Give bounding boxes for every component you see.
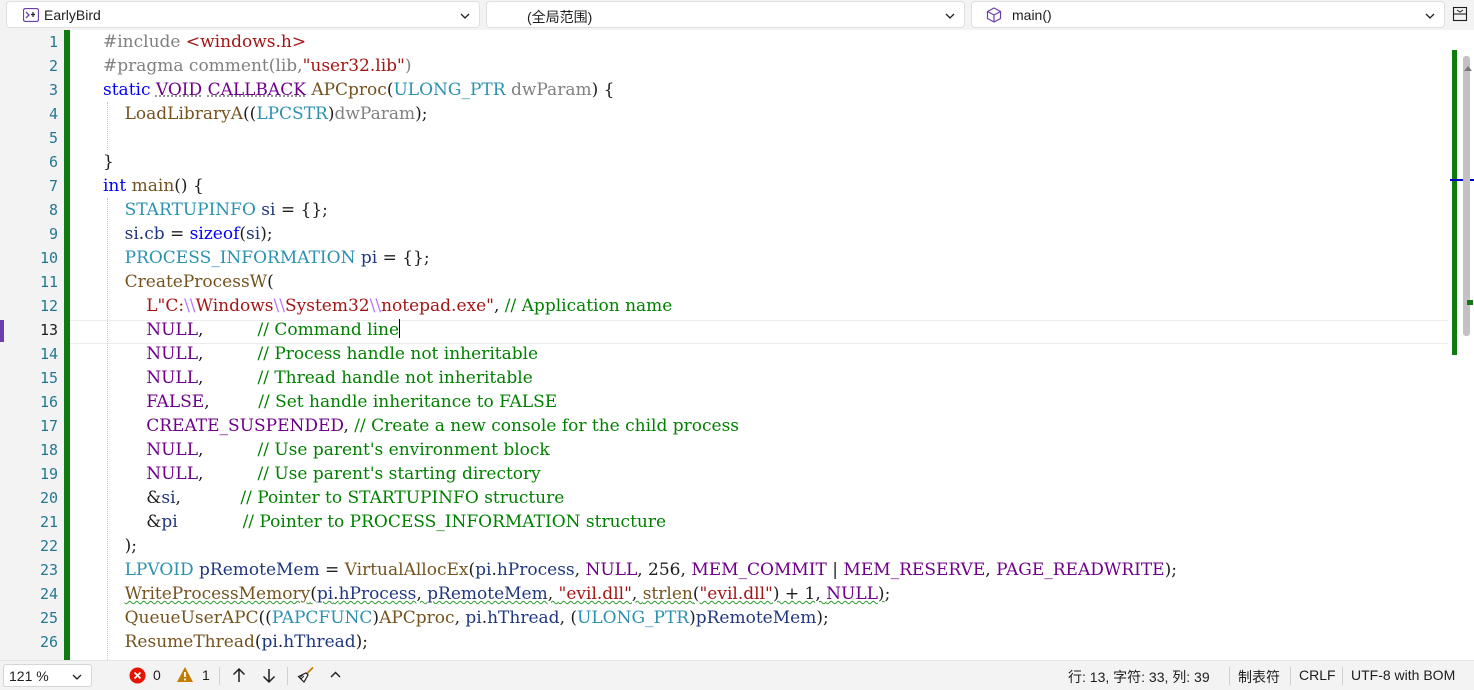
code-line-7: int main() { — [103, 176, 204, 196]
code-line-21: &pi // Pointer to PROCESS_INFORMATION st… — [103, 512, 667, 532]
change-tracking-bar — [64, 30, 70, 660]
warning-count[interactable]: 1 — [202, 667, 210, 683]
code-line-15: NULL, // Thread handle not inheritable — [146, 368, 533, 388]
code-line-18: NULL, // Use parent's environment block — [146, 440, 550, 460]
line-number: 3 — [48, 81, 58, 99]
code-line-8: STARTUPINFO si = {}; — [124, 200, 328, 220]
line-number: 18 — [39, 441, 58, 459]
method-cube-icon — [986, 7, 1002, 23]
code-line-10: PROCESS_INFORMATION pi = {}; — [124, 248, 430, 268]
selection-margin — [0, 30, 8, 660]
line-number: 5 — [48, 129, 58, 147]
divider — [219, 667, 220, 685]
code-line-19: NULL, // Use parent's starting directory — [146, 464, 541, 484]
code-line-24: WriteProcessMemory(pi.hProcess, pRemoteM… — [124, 584, 891, 604]
member-dropdown[interactable]: main() — [971, 1, 1445, 28]
scroll-up-arrow-icon[interactable] — [1464, 66, 1472, 71]
line-number: 15 — [39, 369, 58, 387]
project-label: EarlyBird — [44, 7, 101, 23]
line-number: 12 — [39, 297, 58, 315]
file-encoding[interactable]: UTF-8 with BOM — [1351, 667, 1455, 683]
warning-icon[interactable] — [176, 666, 194, 683]
line-number: 17 — [39, 417, 58, 435]
line-number: 16 — [39, 393, 58, 411]
line-number: 24 — [39, 585, 58, 603]
code-line-3: static VOID CALLBACK APCproc(ULONG_PTR d… — [103, 80, 615, 100]
code-line-26: ResumeThread(pi.hThread); — [124, 632, 369, 652]
arrow-up-icon[interactable] — [231, 667, 247, 684]
code-line-20: &si, // Pointer to STARTUPINFO structure — [103, 488, 565, 508]
code-line-1: #include <windows.h> — [103, 32, 307, 52]
line-number: 9 — [48, 225, 58, 243]
line-number: 2 — [48, 57, 58, 75]
line-number: 26 — [39, 633, 58, 651]
divider — [1290, 667, 1291, 685]
line-number: 13 — [39, 321, 58, 339]
arrow-down-icon[interactable] — [261, 667, 277, 684]
line-number: 4 — [48, 105, 58, 123]
line-number: 22 — [39, 537, 58, 555]
scope-dropdown[interactable]: (全局范围) — [486, 1, 965, 28]
line-number-gutter: 1 2 3 4 5 6 7 8 9 10 11 12 13 14 15 16 17 18 19 20 21 22 23 24 2… — [8, 30, 64, 660]
project-dropdown[interactable]: EarlyBird — [6, 1, 480, 28]
vertical-scrollbar-thumb[interactable] — [1463, 56, 1470, 336]
line-number: 8 — [48, 201, 58, 219]
project-icon — [23, 8, 39, 22]
code-line-12: L"C:\\Windows\\System32\\notepad.exe", /… — [146, 296, 673, 316]
line-number: 10 — [39, 249, 58, 267]
line-number: 21 — [39, 513, 58, 531]
code-cleanup-broom-icon[interactable] — [297, 666, 315, 684]
chevron-down-icon — [1425, 13, 1435, 19]
code-line-11: CreateProcessW( — [124, 272, 274, 292]
error-icon[interactable] — [129, 667, 146, 684]
zoom-level: 121 % — [9, 668, 49, 684]
line-number: 6 — [48, 153, 58, 171]
text-caret — [399, 319, 401, 338]
scrollbar-caret-marker — [1450, 179, 1474, 181]
scrollbar-change-map — [1452, 50, 1457, 355]
line-number: 11 — [39, 273, 58, 291]
chevron-up-icon[interactable] — [329, 669, 342, 681]
line-number: 1 — [48, 33, 58, 51]
scope-label: (全局范围) — [527, 9, 593, 25]
indentation-mode[interactable]: 制表符 — [1238, 667, 1280, 687]
code-line-25: QueueUserAPC((PAPCFUNC)APCproc, pi.hThre… — [124, 608, 829, 628]
line-ending[interactable]: CRLF — [1299, 667, 1336, 683]
chevron-down-icon — [72, 674, 82, 680]
code-line-4: LoadLibraryA((LPCSTR)dwParam); — [124, 104, 428, 124]
member-label: main() — [1012, 7, 1052, 23]
divider — [287, 667, 288, 685]
chevron-down-icon — [945, 13, 955, 19]
line-number: 25 — [39, 609, 58, 627]
split-window-icon[interactable] — [1452, 6, 1468, 22]
code-line-16: FALSE, // Set handle inheritance to FALS… — [146, 392, 558, 412]
code-line-23: LPVOID pRemoteMem = VirtualAllocEx(pi.hP… — [124, 560, 1177, 580]
line-number: 20 — [39, 489, 58, 507]
code-line-13: NULL, // Command line — [146, 319, 401, 340]
code-area[interactable]: #include <windows.h> #pragma comment(lib… — [103, 30, 1444, 660]
line-number: 7 — [48, 177, 58, 195]
scrollbar-warning-marker — [1467, 300, 1473, 305]
zoom-dropdown[interactable]: 121 % — [3, 664, 92, 687]
code-line-2: #pragma comment(lib,"user32.lib") — [103, 56, 412, 76]
divider — [1229, 667, 1230, 685]
navigation-bar: EarlyBird (全局范围) main() — [0, 0, 1474, 30]
code-line-17: CREATE_SUSPENDED, // Create a new consol… — [146, 416, 740, 436]
line-number: 14 — [39, 345, 58, 363]
code-line-9: si.cb = sizeof(si); — [124, 224, 273, 244]
line-number: 23 — [39, 561, 58, 579]
error-count[interactable]: 0 — [153, 667, 161, 683]
status-bar: 121 % 0 1 行: 13, 字符: 33, 列: 39 制表符 CRLF … — [0, 660, 1474, 690]
code-line-22: ); — [103, 536, 137, 556]
cursor-position[interactable]: 行: 13, 字符: 33, 列: 39 — [1068, 667, 1210, 687]
code-editor[interactable]: 1 2 3 4 5 6 7 8 9 10 11 12 13 14 15 16 17 18 19 20 21 22 23 24 2… — [0, 30, 1474, 660]
code-line-6: } — [103, 152, 114, 172]
current-line-indicator — [0, 320, 4, 342]
divider — [1342, 667, 1343, 685]
chevron-down-icon — [460, 13, 470, 19]
line-number: 19 — [39, 465, 58, 483]
code-line-14: NULL, // Process handle not inheritable — [146, 344, 539, 364]
